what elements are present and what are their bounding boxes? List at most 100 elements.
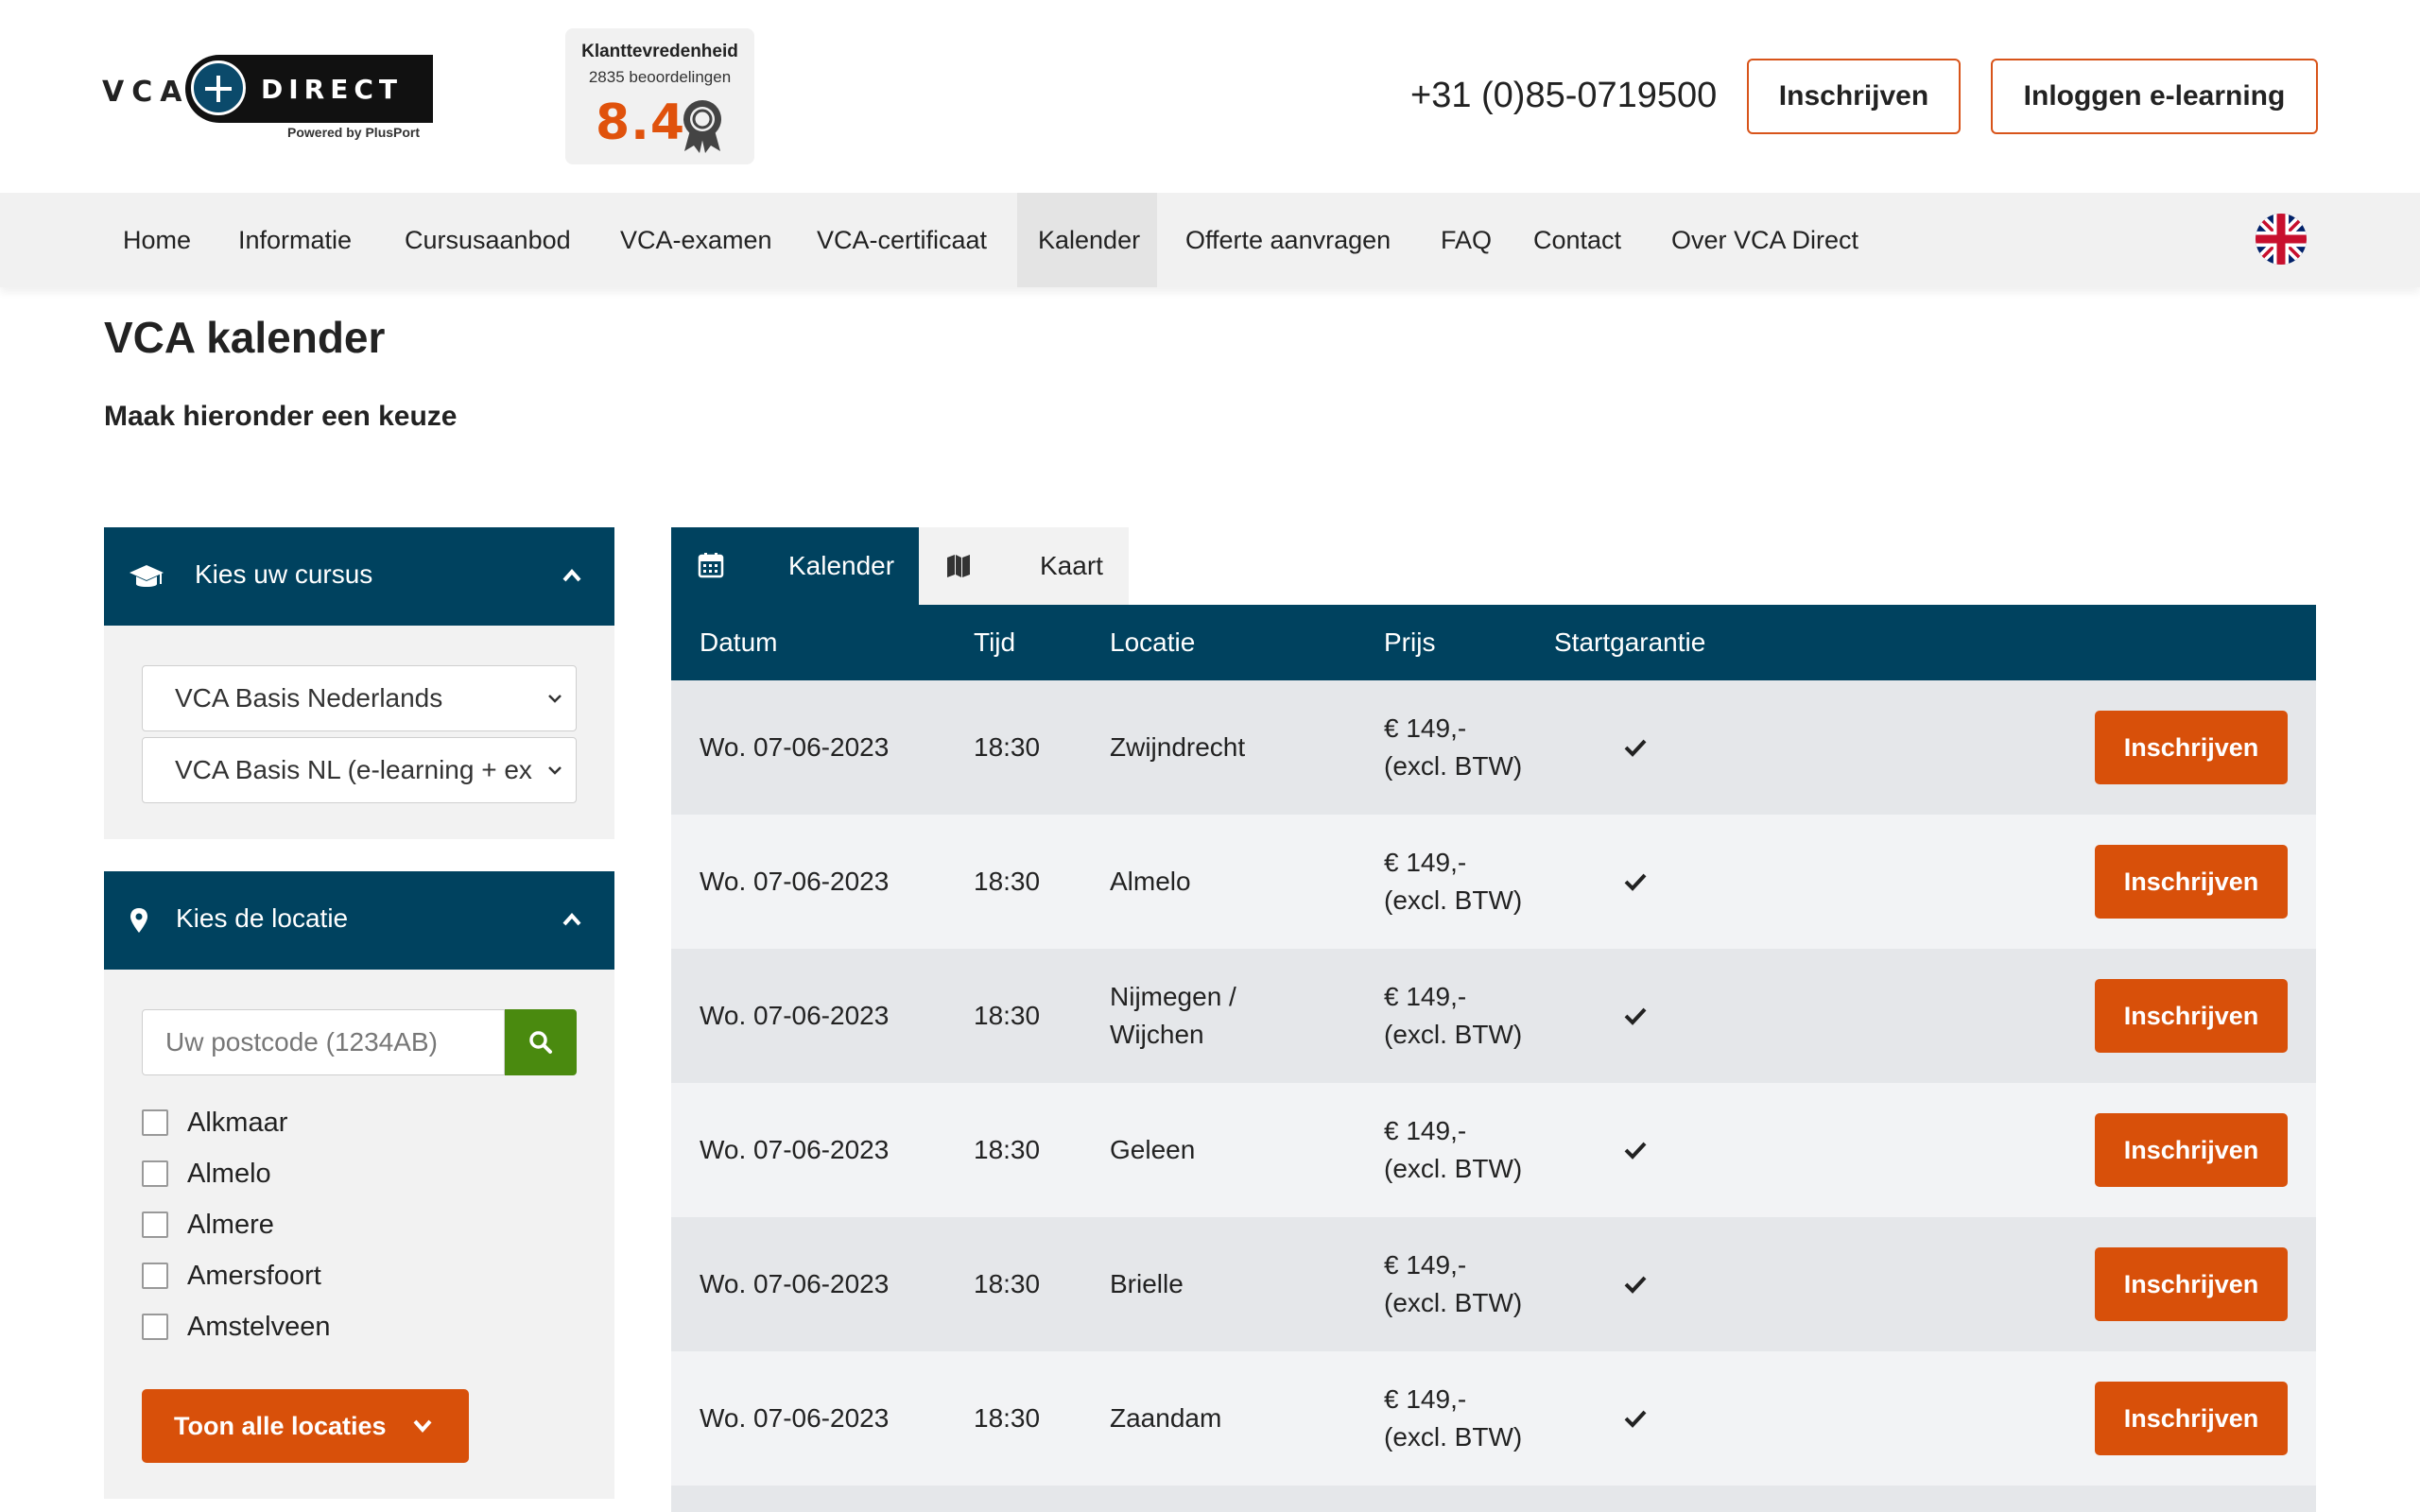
table-row: Wo. 07-06-2023 18:30 Brielle € 149,- (exc… xyxy=(671,1217,2316,1351)
nav-item-over-vca-direct[interactable]: Over VCA Direct xyxy=(1651,193,1879,287)
checkbox[interactable] xyxy=(142,1109,168,1136)
row-date: Wo. 07-06-2023 xyxy=(700,1001,890,1030)
table-row: Wo. 07-06-2023 18:30 Zaandam € 149,- (exc… xyxy=(671,1351,2316,1486)
row-date: Wo. 07-06-2023 xyxy=(700,1135,890,1164)
price-note: (excl. BTW) xyxy=(1384,885,1523,915)
row-location: Geleen xyxy=(1110,1135,1196,1164)
row-price: € 149,- (excl. BTW) xyxy=(1384,680,1564,815)
nav-item-kalender[interactable]: Kalender xyxy=(1017,193,1157,287)
chevron-up-icon[interactable] xyxy=(562,565,582,586)
price-amount: € 149,- xyxy=(1384,1250,1467,1280)
phone-number[interactable]: +31 (0)85-0719500 xyxy=(1410,76,1717,116)
course-select[interactable]: VCA Basis Nederlands xyxy=(142,665,577,731)
page-title: VCA kalender xyxy=(104,313,386,362)
page-subtitle: Maak hieronder een keuze xyxy=(104,401,458,432)
location-option-almelo[interactable]: Almelo xyxy=(142,1155,271,1193)
location-option-amersfoort[interactable]: Amersfoort xyxy=(142,1257,321,1295)
checkbox[interactable] xyxy=(142,1314,168,1340)
check-icon xyxy=(1624,873,1647,891)
tab-kaart-label: Kaart xyxy=(1040,551,1103,580)
map-marker-icon xyxy=(130,908,147,933)
chevron-down-icon xyxy=(413,1419,432,1434)
price-note: (excl. BTW) xyxy=(1384,1020,1523,1049)
row-location: Almelo xyxy=(1110,867,1191,896)
row-price: € 149,- (excl. BTW) xyxy=(1384,1217,1564,1351)
login-elearning-button[interactable]: Inloggen e-learning xyxy=(1991,59,2318,134)
check-icon xyxy=(1624,1007,1647,1025)
table-row: Wo. 07-06-2023 18:30 Nijmegen / Wijchen … xyxy=(671,949,2316,1083)
rating-title: Klanttevredenheid xyxy=(581,42,738,61)
nav-item-home[interactable]: Home xyxy=(102,193,212,287)
row-guarantee xyxy=(1616,815,1654,949)
location-option-amstelveen[interactable]: Amstelveen xyxy=(142,1308,331,1346)
location-option-label: Almelo xyxy=(187,1158,271,1189)
logo-vca-text: VCA xyxy=(102,76,190,109)
tab-kalender[interactable]: Kalender xyxy=(671,527,919,605)
row-date: Wo. 07-06-2023 xyxy=(700,1269,890,1298)
location-option-almere[interactable]: Almere xyxy=(142,1206,274,1244)
course-filter-panel: Kies uw cursus VCA Basis Nederlands VCA … xyxy=(104,527,614,839)
map-icon xyxy=(947,555,970,577)
uk-flag-icon[interactable] xyxy=(2256,214,2307,265)
postcode-search xyxy=(142,1009,577,1075)
register-button[interactable]: Inschrijven xyxy=(2095,845,2288,919)
show-all-locations-button[interactable]: Toon alle locaties xyxy=(142,1389,469,1463)
nav-item-faq[interactable]: FAQ xyxy=(1420,193,1512,287)
checkbox[interactable] xyxy=(142,1263,168,1289)
price-amount: € 149,- xyxy=(1384,1384,1467,1414)
show-all-label: Toon alle locaties xyxy=(174,1411,387,1440)
check-icon xyxy=(1624,1410,1647,1428)
price-note: (excl. BTW) xyxy=(1384,1154,1523,1183)
table-row: Wo. 07-06-2023 18:30 Almelo € 149,- (excl… xyxy=(671,815,2316,949)
check-icon xyxy=(1624,1142,1647,1160)
nav-item-informatie[interactable]: Informatie xyxy=(217,193,372,287)
nav-item-cursusaanbod[interactable]: Cursusaanbod xyxy=(384,193,592,287)
location-panel-header[interactable]: Kies de locatie xyxy=(104,871,614,970)
row-time: 18:30 xyxy=(974,867,1041,896)
search-icon xyxy=(529,1031,552,1054)
price-note: (excl. BTW) xyxy=(1384,1288,1523,1317)
row-date: Wo. 07-06-2023 xyxy=(700,732,890,762)
rating-widget[interactable]: Klanttevredenheid 2835 beoordelingen 8.4 xyxy=(565,28,754,164)
course-calendar-table: Datum Tijd Locatie Prijs Startgarantie W… xyxy=(671,605,2316,1512)
location-filter-panel: Kies de locatie Alkmaar Almelo Almere Am… xyxy=(104,871,614,1499)
checkbox[interactable] xyxy=(142,1211,168,1238)
location-option-label: Alkmaar xyxy=(187,1107,288,1138)
vca-direct-logo[interactable]: VCA DIRECT Powered by PlusPort xyxy=(102,53,435,147)
main-nav: Home Informatie Cursusaanbod VCA-examen … xyxy=(0,193,2420,287)
location-option-label: Amersfoort xyxy=(187,1260,321,1291)
register-button[interactable]: Inschrijven xyxy=(2095,711,2288,784)
nav-item-vca-certificaat[interactable]: VCA-certificaat xyxy=(796,193,1008,287)
row-location: Brielle xyxy=(1110,1269,1184,1298)
nav-item-offerte[interactable]: Offerte aanvragen xyxy=(1165,193,1411,287)
logo-tagline: Powered by PlusPort xyxy=(287,125,421,140)
course-variant-select[interactable]: VCA Basis NL (e-learning + ex xyxy=(142,737,577,803)
course-panel-title: Kies uw cursus xyxy=(195,559,373,589)
register-button[interactable]: Inschrijven xyxy=(2095,1247,2288,1321)
logo-direct-text: DIRECT xyxy=(261,74,403,105)
row-guarantee xyxy=(1616,1083,1654,1217)
row-price: € 149,- (excl. BTW) xyxy=(1384,815,1564,949)
course-panel-header[interactable]: Kies uw cursus xyxy=(104,527,614,626)
checkbox[interactable] xyxy=(142,1160,168,1187)
register-button[interactable]: Inschrijven xyxy=(2095,1113,2288,1187)
row-time: 18:30 xyxy=(974,732,1041,762)
check-icon xyxy=(1624,1276,1647,1294)
row-time: 18:30 xyxy=(974,1001,1041,1030)
tab-kaart[interactable]: Kaart xyxy=(919,527,1129,605)
chevron-down-icon xyxy=(548,766,562,775)
course-select-value: VCA Basis Nederlands xyxy=(175,683,443,713)
price-amount: € 149,- xyxy=(1384,982,1467,1011)
nav-item-contact[interactable]: Contact xyxy=(1512,193,1642,287)
register-button-header[interactable]: Inschrijven xyxy=(1747,59,1961,134)
chevron-up-icon[interactable] xyxy=(562,909,582,930)
row-price: € 149,- (excl. BTW) xyxy=(1384,949,1564,1083)
postcode-input[interactable] xyxy=(142,1009,505,1075)
nav-item-vca-examen[interactable]: VCA-examen xyxy=(599,193,793,287)
postcode-search-button[interactable] xyxy=(505,1009,577,1075)
col-tijd: Tijd xyxy=(974,627,1016,657)
register-button[interactable]: Inschrijven xyxy=(2095,979,2288,1053)
register-button[interactable]: Inschrijven xyxy=(2095,1382,2288,1455)
row-price: € 149,- (excl. BTW) xyxy=(1384,1083,1564,1217)
location-option-alkmaar[interactable]: Alkmaar xyxy=(142,1104,287,1142)
